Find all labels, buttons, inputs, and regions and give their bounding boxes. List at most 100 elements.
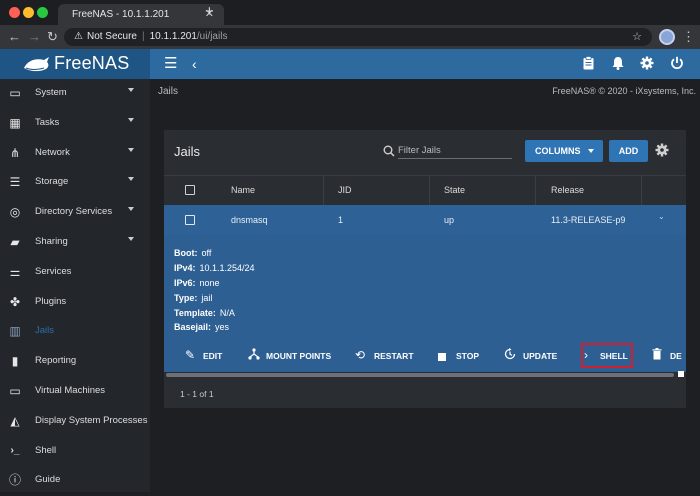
column-header-state[interactable]: State — [444, 185, 465, 195]
sidebar-item-label: Plugins — [35, 295, 67, 307]
bell-icon[interactable] — [612, 56, 624, 73]
logo-text: FreeNAS — [54, 53, 130, 73]
computer-icon: ▭ — [9, 384, 21, 398]
add-button[interactable]: ADD — [609, 140, 648, 162]
hamburger-menu-icon[interactable]: ☰ — [164, 56, 177, 72]
restart-icon: ⟲ — [355, 348, 366, 362]
sidebar-item-tasks[interactable]: ▦ Tasks — [0, 109, 150, 139]
sidebar-item-plugins[interactable]: ✤ Plugins — [0, 288, 150, 318]
laptop-icon: ▭ — [9, 86, 21, 100]
mount-points-button[interactable]: MOUNT POINTS — [266, 351, 331, 361]
sidebar-item-label: Sharing — [35, 236, 68, 247]
sidebar-item-label: Display System Processes — [35, 414, 148, 426]
column-header-jid[interactable]: JID — [338, 185, 352, 195]
sidebar-item-label: Virtual Machines — [35, 385, 106, 396]
caret-down-icon — [128, 147, 134, 152]
sidebar-item-jails[interactable]: ▥ Jails — [0, 317, 150, 347]
minimize-window-button[interactable] — [23, 7, 34, 18]
sidebar-item-reporting[interactable]: ▮ Reporting — [0, 347, 150, 377]
horizontal-scrollbar[interactable] — [164, 372, 686, 379]
puzzle-icon: ✤ — [9, 294, 21, 309]
scrollbar-corner — [678, 371, 684, 377]
bar-chart-icon: ▮ — [11, 354, 19, 369]
sliders-icon: ⚌ — [9, 264, 21, 279]
security-label: Not Secure — [86, 31, 137, 42]
url-path: /ui/jails — [196, 31, 228, 42]
close-window-button[interactable] — [9, 7, 20, 18]
delete-button[interactable]: DE — [670, 351, 682, 361]
select-all-checkbox[interactable] — [185, 185, 195, 195]
detail-basejail: Basejail: yes — [174, 322, 230, 332]
bookmark-star-icon[interactable]: ☆ — [632, 28, 642, 46]
detail-type: Type: jail — [174, 293, 213, 303]
sidebar-item-services[interactable]: ⚌ Services — [0, 258, 150, 288]
sidebar-item-storage[interactable]: ☰ Storage — [0, 168, 150, 198]
warning-icon: ⚠ — [74, 31, 83, 42]
sidebar-item-system[interactable]: ▭ System — [0, 79, 150, 109]
jail-icon: ▥ — [9, 324, 21, 339]
sidebar-item-label: Shell — [35, 444, 57, 456]
column-header-release[interactable]: Release — [551, 185, 584, 195]
breadcrumb: Jails — [158, 86, 179, 97]
card-title: Jails — [174, 144, 201, 159]
caret-down-icon — [128, 88, 134, 92]
sidebar-item-label: Jails — [35, 325, 55, 337]
browser-tab[interactable]: FreeNAS - 10.1.1.201 ✕ — [58, 4, 224, 25]
caret-down-icon — [128, 117, 134, 122]
pagination-count: 1 - 1 of 1 — [180, 389, 214, 399]
sidebar-item-shell[interactable]: ›_ Shell — [0, 437, 150, 467]
browser-menu-icon[interactable]: ⋮ — [682, 29, 695, 45]
columns-button[interactable]: COLUMNS — [525, 140, 603, 162]
detail-ipv6: IPv6: none — [174, 278, 220, 288]
chevron-left-icon[interactable]: ‹ — [192, 56, 197, 72]
column-divider — [323, 175, 324, 205]
update-button[interactable]: UPDATE — [523, 351, 557, 361]
caret-down-icon — [588, 149, 594, 153]
sidebar-item-directory-services[interactable]: ◎ Directory Services — [0, 198, 150, 228]
freenas-logo[interactable]: FreeNAS — [0, 49, 150, 79]
detail-template: Template: N/A — [174, 308, 235, 318]
jail-jid: 1 — [338, 215, 344, 225]
detail-boot: Boot: off — [174, 248, 212, 258]
sidebar-item-label: Reporting — [35, 355, 77, 367]
table-settings-gear-icon[interactable] — [655, 143, 669, 160]
jail-details-panel — [164, 235, 686, 342]
url-host: 10.1.1.201 — [149, 31, 197, 42]
browser-tab-bar: FreeNAS - 10.1.1.201 ✕ + — [0, 0, 700, 25]
sidebar-item-display-system-processes[interactable]: ◭ Display System Processes — [0, 407, 150, 437]
edit-button[interactable]: EDIT — [203, 351, 222, 361]
row-checkbox[interactable] — [185, 215, 195, 225]
restart-button[interactable]: RESTART — [374, 351, 414, 361]
trash-icon — [652, 348, 662, 363]
profile-avatar[interactable] — [659, 29, 675, 45]
gear-icon[interactable] — [640, 56, 654, 73]
reload-icon[interactable]: ↻ — [47, 29, 58, 45]
jail-state: up — [444, 215, 455, 225]
stop-icon — [438, 351, 447, 365]
column-header-name[interactable]: Name — [231, 185, 255, 195]
forward-arrow-icon[interactable]: → — [28, 29, 41, 45]
scrollbar-thumb[interactable] — [166, 373, 674, 377]
update-icon — [504, 348, 516, 363]
browser-address-bar: ← → ↻ ⚠ Not Secure | 10.1.1.201/ui/jails ☆ … — [0, 25, 700, 49]
power-icon[interactable] — [670, 56, 684, 73]
sidebar-item-label: Guide — [35, 474, 61, 486]
chevron-down-icon[interactable]: ⌄ — [658, 212, 665, 221]
zoom-window-button[interactable] — [37, 7, 48, 18]
filter-jails-input[interactable] — [398, 142, 512, 159]
back-arrow-icon[interactable]: ← — [8, 29, 21, 45]
clipboard-icon[interactable] — [583, 56, 594, 73]
new-tab-button[interactable]: + — [205, 3, 214, 20]
jail-name: dnsmasq — [231, 215, 268, 225]
terminal-icon: ›_ — [10, 444, 20, 456]
column-divider — [641, 175, 642, 205]
caret-down-icon — [128, 177, 134, 182]
sidebar-item-virtual-machines[interactable]: ▭ Virtual Machines — [0, 377, 150, 407]
sidebar-item-label: Directory Services — [35, 206, 113, 218]
sidebar-item-network[interactable]: ⋔ Network — [0, 139, 150, 169]
url-field[interactable]: ⚠ Not Secure | 10.1.1.201/ui/jails ☆ — [64, 28, 652, 46]
stop-button[interactable]: STOP — [456, 351, 479, 361]
pencil-icon: ✎ — [185, 348, 196, 362]
sidebar-item-sharing[interactable]: ▰ Sharing — [0, 228, 150, 258]
network-icon: ⋔ — [9, 145, 21, 160]
